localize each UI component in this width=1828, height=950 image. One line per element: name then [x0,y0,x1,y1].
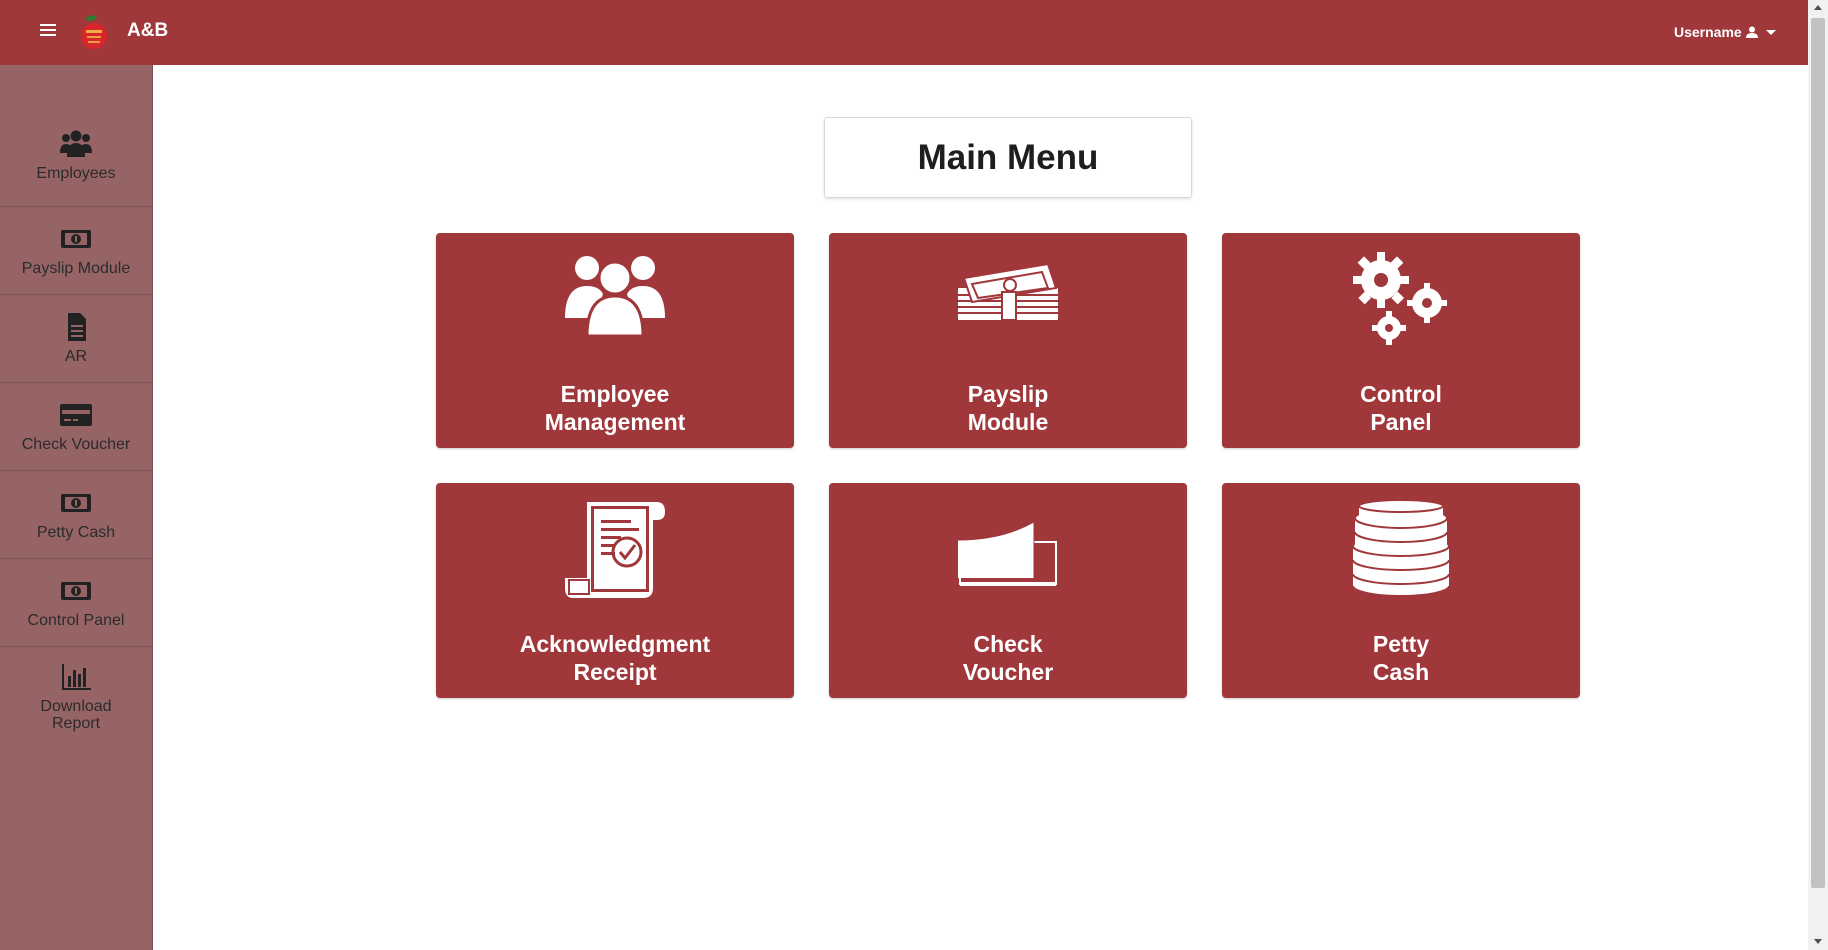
tile-petty-cash[interactable]: Petty Cash [1222,483,1580,698]
user-icon [1745,26,1758,38]
sidebar-item-check-voucher[interactable]: Check Voucher [0,383,152,471]
vertical-scrollbar[interactable] [1808,0,1828,950]
receipt-scroll-icon [565,502,665,598]
scroll-up-arrow-icon[interactable] [1814,5,1822,10]
tile-label: Voucher [962,659,1054,685]
tile-control-panel[interactable]: Control Panel [1222,233,1580,448]
users-icon [60,130,92,157]
chevron-down-icon[interactable] [1766,30,1776,35]
sidebar-item-label: Petty Cash [36,524,116,541]
sidebar-item-label: Download Report [40,698,112,732]
tile-payslip-module[interactable]: Payslip Module [829,233,1187,448]
tile-label: Payslip [967,381,1049,407]
check-paper-icon [958,521,1057,586]
sidebar-item-ar[interactable]: AR [0,295,152,383]
tile-label: Acknowledgment [519,631,711,657]
credit-card-icon [60,404,92,426]
sidebar: Employees Payslip Module AR Check Vouche… [0,65,153,950]
username-label: Username [1674,24,1742,40]
sidebar-item-label: Employees [36,165,116,182]
tile-check-voucher[interactable]: Check Voucher [829,483,1187,698]
scrollbar-thumb[interactable] [1811,18,1825,888]
main-menu-title-card: Main Menu [824,117,1192,198]
company-logo [81,15,107,49]
sidebar-item-payslip-module[interactable]: Payslip Module [0,207,152,295]
users-group-icon [565,256,665,338]
sidebar-item-label: Control Panel [27,612,125,629]
cash-stack-icon [958,262,1058,321]
page-title: Main Menu [917,137,1099,177]
coin-stack-icon [1352,499,1450,597]
file-icon [68,313,86,341]
sidebar-item-download-report[interactable]: Download Report [0,647,152,747]
tile-label: Module [967,409,1049,435]
tile-label: Control [1360,381,1442,407]
scroll-down-arrow-icon[interactable] [1814,939,1822,944]
tile-label: Employee [560,381,670,407]
tile-label: Panel [1370,409,1432,435]
sidebar-item-petty-cash[interactable]: Petty Cash [0,471,152,559]
money-icon [61,230,91,248]
sidebar-item-control-panel[interactable]: Control Panel [0,559,152,647]
tile-label: Petty [1372,631,1430,657]
tile-employee-management[interactable]: Employee Management [436,233,794,448]
bar-chart-icon [62,664,91,690]
sidebar-item-label: Payslip Module [21,260,131,277]
sidebar-item-employees[interactable]: Employees [0,105,152,207]
money-icon [61,494,91,512]
money-icon [61,582,91,600]
sidebar-item-label: Check Voucher [21,436,131,453]
menu-toggle-icon[interactable] [40,24,56,38]
tile-label: Check [973,631,1043,657]
gears-icon [1353,252,1447,345]
tile-acknowledgment-receipt[interactable]: Acknowledgment Receipt [436,483,794,698]
tile-label: Receipt [573,659,657,685]
brand-name[interactable]: A&B [127,20,168,42]
tile-label: Cash [1372,659,1430,685]
user-menu[interactable]: Username [1674,24,1758,40]
tile-label: Management [544,409,686,435]
sidebar-item-label: AR [64,348,88,365]
top-navbar: A&B Username [0,0,1808,65]
